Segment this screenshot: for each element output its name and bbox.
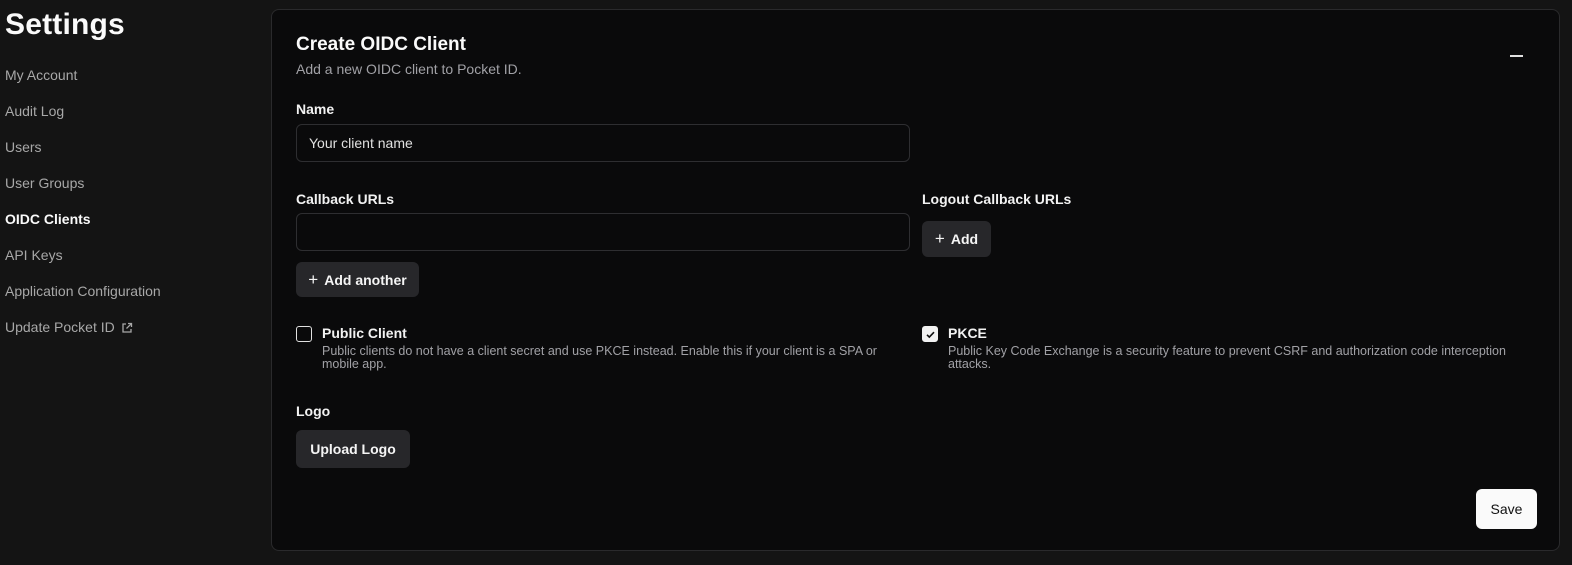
collapse-icon[interactable] — [1509, 46, 1525, 62]
add-another-callback-button[interactable]: + Add another — [296, 262, 419, 297]
add-another-label: Add another — [324, 271, 407, 288]
pkce-description: Public Key Code Exchange is a security f… — [948, 344, 1506, 371]
sidebar-item-label: API Keys — [5, 247, 63, 263]
callback-url-input[interactable] — [296, 213, 910, 251]
public-client-title: Public Client — [322, 325, 407, 341]
add-logout-callback-button[interactable]: + Add — [922, 221, 991, 257]
logout-callback-urls-label: Logout Callback URLs — [922, 191, 1072, 207]
create-oidc-client-card: Create OIDC Client Add a new OIDC client… — [271, 9, 1560, 551]
callback-urls-label: Callback URLs — [296, 191, 395, 207]
sidebar-item-label: Audit Log — [5, 103, 65, 119]
sidebar-item-label: Application Configuration — [5, 283, 161, 299]
upload-logo-label: Upload Logo — [310, 441, 396, 457]
sidebar-item-users[interactable]: Users — [5, 139, 42, 155]
plus-icon: + — [308, 269, 319, 289]
sidebar-item-api-keys[interactable]: API Keys — [5, 247, 63, 263]
sidebar-item-label: User Groups — [5, 175, 85, 191]
public-client-checkbox[interactable] — [296, 326, 312, 342]
sidebar-item-oidc-clients[interactable]: OIDC Clients — [5, 211, 91, 227]
save-button[interactable]: Save — [1476, 489, 1537, 529]
sidebar-item-my-account[interactable]: My Account — [5, 67, 77, 83]
pkce-checkbox[interactable] — [922, 326, 938, 342]
card-title: Create OIDC Client — [296, 34, 466, 55]
sidebar-item-audit-log[interactable]: Audit Log — [5, 103, 64, 119]
sidebar-item-update-pocket-id[interactable]: Update Pocket ID — [5, 319, 133, 335]
sidebar-item-user-groups[interactable]: User Groups — [5, 175, 84, 191]
upload-logo-button[interactable]: Upload Logo — [296, 430, 410, 468]
sidebar-item-label: OIDC Clients — [5, 211, 91, 227]
sidebar-item-label: Update Pocket ID — [5, 319, 115, 335]
external-link-icon — [121, 321, 133, 333]
logo-label: Logo — [296, 403, 331, 419]
sidebar-item-label: My Account — [5, 67, 78, 83]
client-name-input[interactable] — [296, 124, 910, 162]
page-title: Settings — [5, 8, 125, 41]
card-subtitle: Add a new OIDC client to Pocket ID. — [296, 61, 522, 77]
public-client-description: Public clients do not have a client secr… — [322, 344, 877, 371]
plus-icon: + — [934, 229, 945, 248]
name-label: Name — [296, 101, 335, 117]
settings-sidebar: Settings My Account Audit Log Users User… — [0, 0, 260, 565]
pkce-title: PKCE — [948, 325, 987, 341]
add-label: Add — [950, 231, 979, 247]
sidebar-item-label: Users — [5, 139, 42, 155]
check-icon — [925, 331, 935, 338]
sidebar-item-application-configuration[interactable]: Application Configuration — [5, 283, 161, 299]
